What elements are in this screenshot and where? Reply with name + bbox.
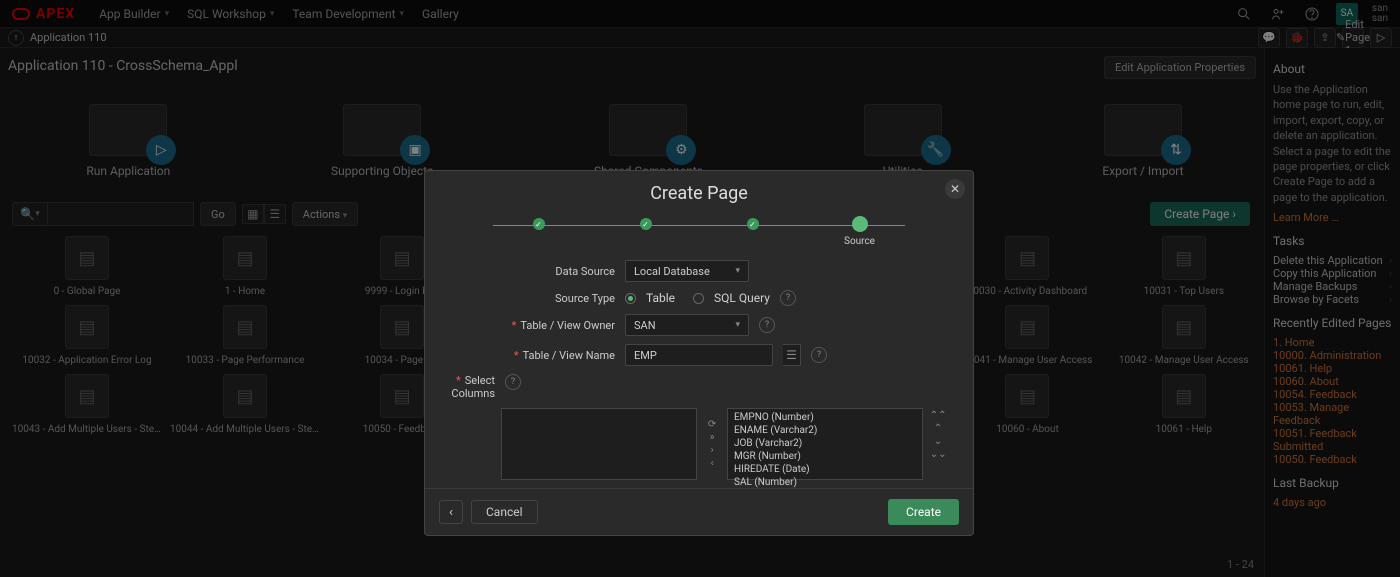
column-item[interactable]: ENAME (Varchar2) [734,424,916,437]
lov-icon[interactable]: ☰ [783,344,801,366]
radio-sql[interactable] [693,293,704,304]
data-source-select[interactable]: Local Database▾ [625,260,749,282]
help-icon[interactable]: ? [780,290,796,306]
cancel-button[interactable]: Cancel [471,500,538,524]
refresh-icon[interactable]: ⟳ [708,419,716,430]
help-icon[interactable]: ? [505,374,521,390]
wizard-step-2[interactable]: ✓ [640,218,652,230]
table-name-input[interactable] [625,344,773,366]
move-left-icon[interactable]: ‹ [711,458,714,469]
radio-table[interactable] [625,293,636,304]
move-right-icon[interactable]: › [711,445,714,456]
move-up-icon[interactable]: ⌃ [934,423,942,434]
label-table-name: Table / View Name [485,349,615,362]
close-icon[interactable]: ✕ [945,179,965,199]
shuttle-left[interactable] [501,408,697,480]
column-item[interactable]: EMPNO (Number) [734,411,916,424]
wizard-step-3[interactable]: ✓ [747,218,759,230]
move-all-right-icon[interactable]: » [710,432,715,443]
label-data-source: Data Source [485,265,615,278]
column-item[interactable]: JOB (Varchar2) [734,437,916,450]
wizard-step-1[interactable]: ✓ [533,218,545,230]
create-button[interactable]: Create [888,499,959,525]
help-icon[interactable]: ? [811,347,827,363]
modal-title: Create Page [425,171,973,208]
move-down-icon[interactable]: ⌄ [934,436,942,447]
column-item[interactable]: MGR (Number) [734,450,916,463]
create-page-modal: ✕ Create Page ✓ ✓ ✓ Source Data Source L… [424,170,974,536]
shuttle-right[interactable]: EMPNO (Number)ENAME (Varchar2)JOB (Varch… [727,408,923,480]
back-button[interactable]: ‹ [439,500,463,524]
help-icon[interactable]: ? [759,317,775,333]
move-top-icon[interactable]: ⌃⌃ [930,410,947,421]
wizard-step-4 [852,216,868,232]
label-select-columns: Select Columns [429,374,495,400]
column-item[interactable]: HIREDATE (Date) [734,463,916,476]
label-table-owner: Table / View Owner [485,319,615,332]
move-bottom-icon[interactable]: ⌄⌄ [930,449,947,460]
label-source-type: Source Type [485,292,615,305]
table-owner-select[interactable]: SAN▾ [625,314,749,336]
